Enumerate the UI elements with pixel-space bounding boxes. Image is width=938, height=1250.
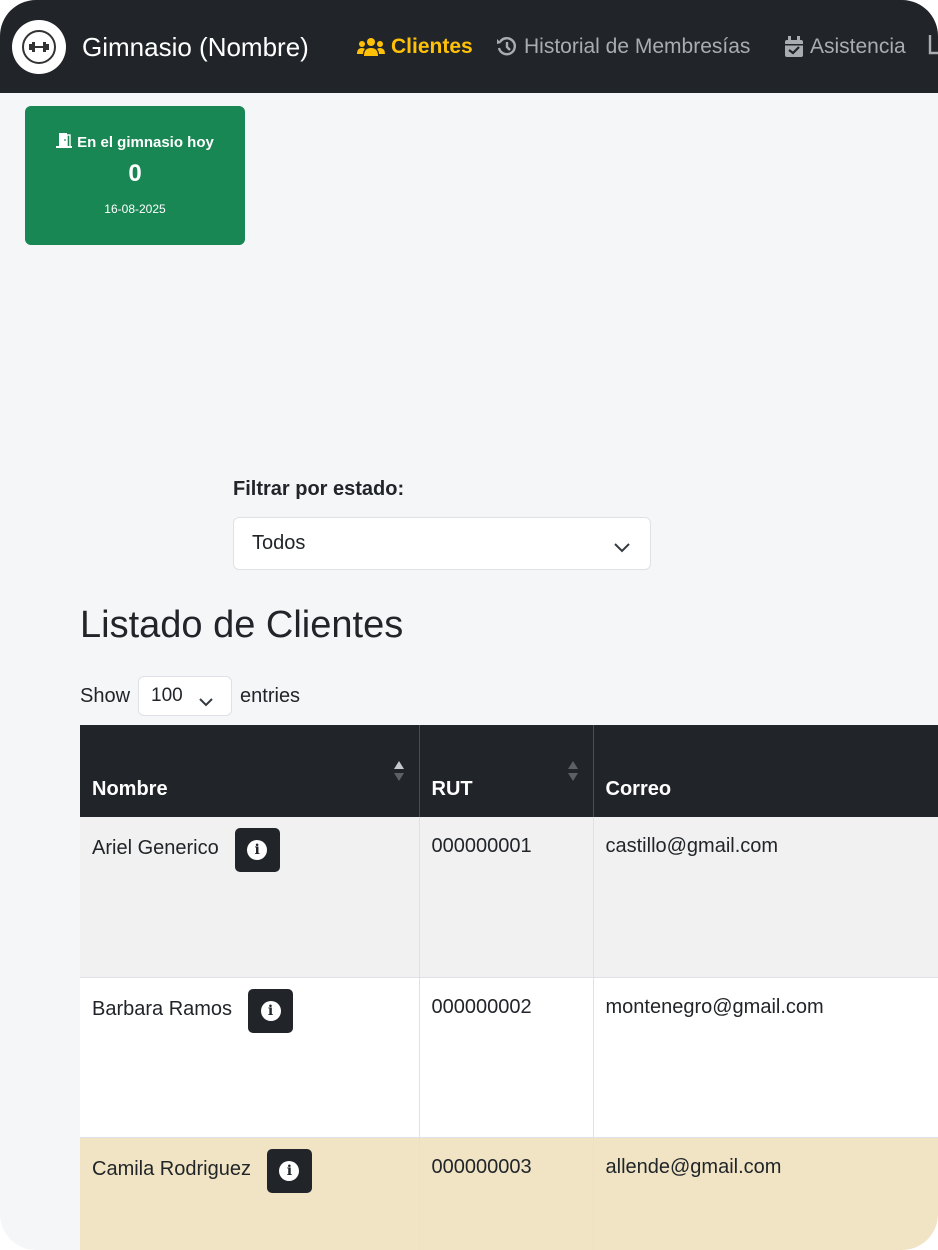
nav-item-historial[interactable]: Historial de Membresías — [496, 33, 750, 61]
gym-logo[interactable] — [12, 20, 66, 74]
client-name: Barbara Ramos — [92, 997, 233, 1020]
show-label: Show — [80, 684, 131, 707]
brand-name[interactable]: Gimnasio (Nombre) — [82, 30, 309, 64]
column-header-label: Nombre — [92, 778, 168, 800]
column-header-label: RUT — [431, 778, 473, 800]
client-name: Ariel Generico — [92, 837, 219, 859]
info-icon: i — [260, 1000, 281, 1021]
table-row: Camila Rodriguez i 000000003 allende@gma… — [80, 1137, 938, 1250]
client-name: Camila Rodriguez — [92, 1157, 251, 1180]
nav-item-label: Historial de Membresías — [524, 35, 751, 58]
cell-nombre: Camila Rodriguez i — [80, 1137, 420, 1250]
nav-item-asistencia[interactable]: Asistencia — [784, 33, 906, 61]
navbar: Gimnasio (Nombre) Clientes Historial de … — [0, 0, 938, 93]
entries-label: entries — [240, 684, 301, 707]
card-title-label: En el gimnasio hoy — [77, 133, 214, 151]
table-row: Ariel Generico i 000000001 castillo@gmai… — [80, 817, 938, 978]
client-info-button[interactable]: i — [266, 1148, 312, 1193]
attendance-card: En el gimnasio hoy 0 16-08-2025 — [25, 106, 245, 245]
clients-table: Nombre RUT Correo Ariel Generico i 00000… — [80, 725, 938, 1250]
cell-rut: 000000002 — [419, 977, 594, 1138]
cell-nombre: Barbara Ramos i — [80, 977, 420, 1138]
nav-item-overflow[interactable] — [928, 33, 938, 55]
entries-select[interactable]: 100 — [138, 676, 233, 716]
info-icon: i — [247, 840, 268, 860]
entries-length-control: Show 100 entries — [80, 676, 300, 716]
sort-asc-icon — [393, 759, 405, 789]
nav-item-label: Asistencia — [810, 35, 906, 58]
dumbbell-icon — [22, 30, 56, 64]
entries-value: 100 — [151, 685, 183, 706]
page-title: Listado de Clientes — [80, 604, 404, 646]
info-icon: i — [279, 1160, 300, 1181]
chart-icon — [928, 33, 938, 55]
client-info-button[interactable]: i — [248, 988, 294, 1033]
status-filter-value: Todos — [252, 532, 306, 554]
door-open-icon — [56, 132, 73, 152]
attendance-date: 16-08-2025 — [104, 202, 166, 216]
table-row: Barbara Ramos i 000000002 montenegro@gma… — [80, 977, 938, 1138]
client-info-button[interactable]: i — [234, 828, 280, 872]
filter-label: Filtrar por estado: — [233, 478, 405, 500]
cell-nombre: Ariel Generico i — [80, 817, 420, 978]
sort-icon — [567, 759, 579, 789]
column-header-label: Correo — [605, 778, 672, 800]
calendar-check-icon — [784, 36, 804, 58]
nav-item-clientes[interactable]: Clientes — [357, 33, 473, 61]
chevron-down-icon — [614, 536, 630, 559]
chevron-down-icon — [199, 691, 213, 713]
status-filter-select[interactable]: Todos — [233, 517, 651, 570]
cell-correo: castillo@gmail.com — [593, 817, 938, 978]
column-header-correo[interactable]: Correo — [593, 725, 938, 817]
column-header-rut[interactable]: RUT — [419, 725, 594, 817]
cell-correo: allende@gmail.com — [593, 1137, 938, 1250]
app-window: Gimnasio (Nombre) Clientes Historial de … — [0, 0, 938, 1250]
card-title: En el gimnasio hoy — [25, 132, 245, 152]
users-icon — [357, 37, 385, 57]
table-header-row: Nombre RUT Correo — [80, 725, 938, 817]
cell-rut: 000000001 — [419, 817, 594, 978]
nav-item-label: Clientes — [391, 35, 473, 58]
attendance-count: 0 — [128, 160, 142, 187]
cell-correo: montenegro@gmail.com — [593, 977, 938, 1138]
column-header-nombre[interactable]: Nombre — [80, 725, 420, 817]
cell-rut: 000000003 — [419, 1137, 594, 1250]
history-icon — [496, 36, 518, 58]
